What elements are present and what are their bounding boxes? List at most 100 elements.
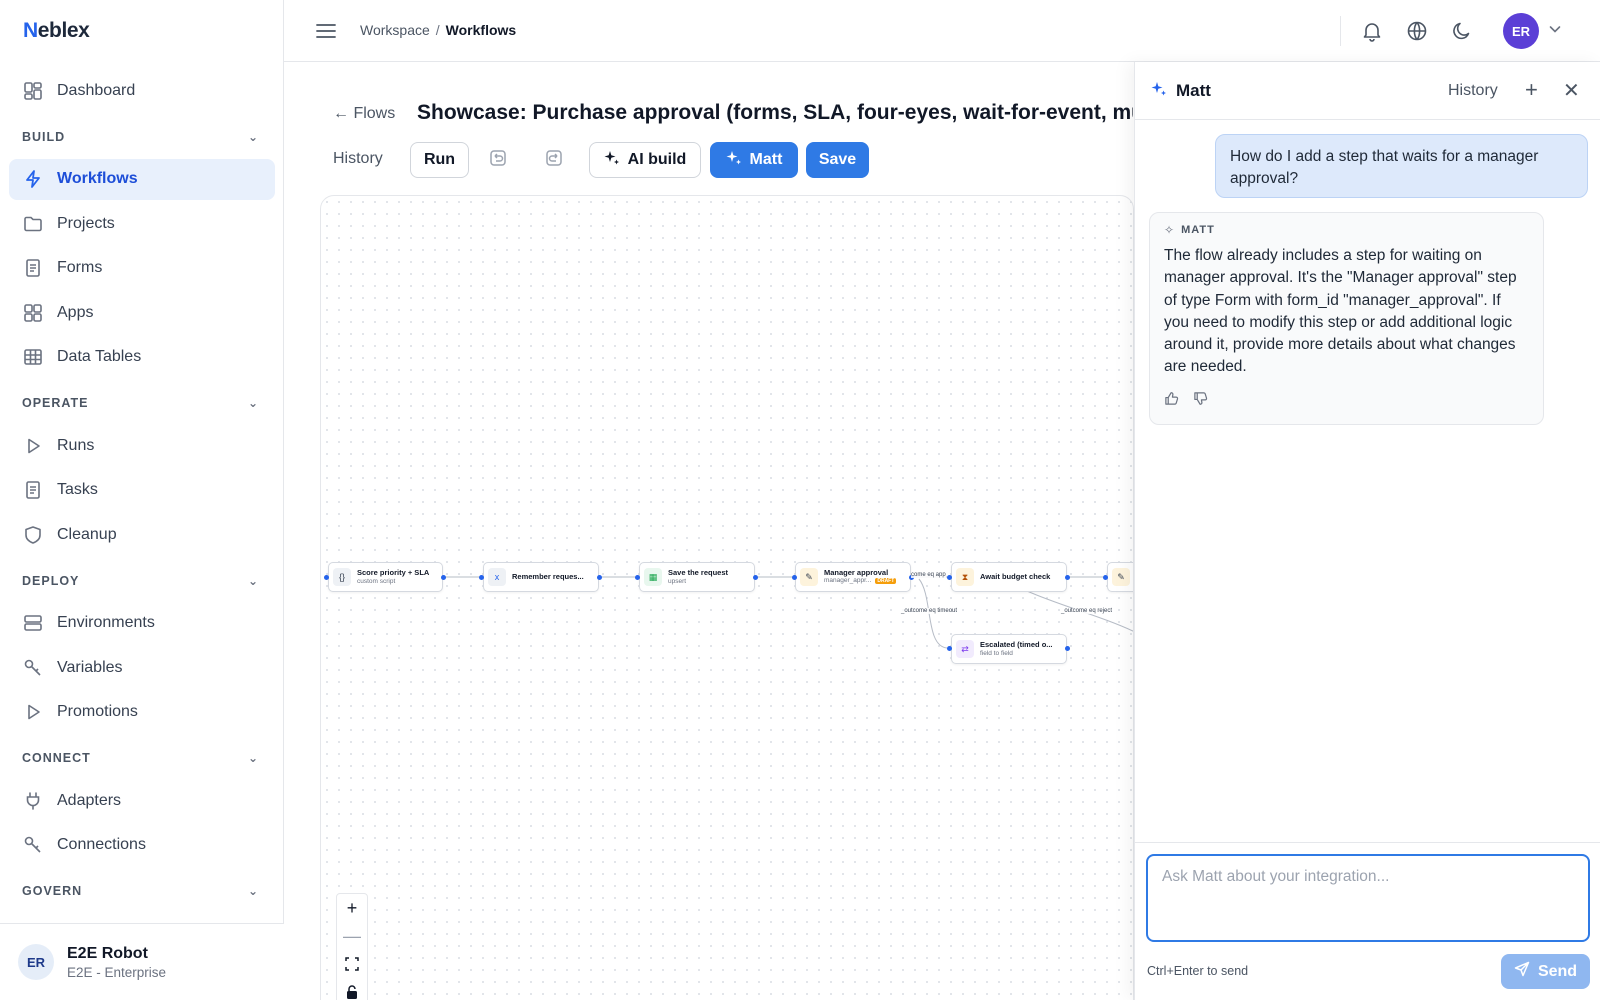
page-title: Showcase: Purchase approval (forms, SLA,…: [417, 101, 1133, 124]
draft-badge: DRAFT: [875, 578, 897, 585]
chevron-down-icon: ⌄: [247, 884, 259, 898]
redo-button[interactable]: [536, 142, 572, 178]
sidebar-item-label: Variables: [57, 658, 123, 676]
moon-icon[interactable]: [1450, 19, 1474, 43]
key-icon: [23, 658, 43, 678]
breadcrumb-current: Workflows: [445, 22, 517, 38]
zoom-in-icon[interactable]: +: [337, 894, 367, 922]
form-pencil-icon: ✎: [1112, 568, 1130, 586]
edge-label: _outcome eq reject: [1061, 608, 1113, 614]
close-icon[interactable]: ✕: [1563, 78, 1580, 103]
form-pencil-icon: ✎: [800, 568, 818, 586]
arrow-left-icon: ←: [333, 105, 354, 122]
section-build[interactable]: BUILD ⌄: [9, 115, 275, 159]
sidebar-item-label: Promotions: [57, 703, 138, 720]
fit-view-icon[interactable]: [337, 950, 367, 978]
sparkle-icon: [1151, 81, 1167, 102]
send-button[interactable]: Send: [1501, 954, 1590, 989]
sidebar-item-projects[interactable]: Projects: [9, 203, 275, 244]
flow-node-await-budget[interactable]: ⧗ Await budget check: [951, 562, 1067, 592]
sidebar-item-label: Dashboard: [57, 81, 136, 99]
bell-icon[interactable]: [1360, 19, 1384, 43]
document-icon: [23, 480, 43, 500]
sidebar-item-promotions[interactable]: Promotions: [9, 692, 275, 733]
sidebar-item-label: Apps: [57, 303, 94, 321]
sidebar-item-workflows[interactable]: Workflows: [9, 158, 275, 200]
section-connect[interactable]: CONNECT ⌄: [9, 736, 275, 780]
sidebar-item-environments[interactable]: Environments: [9, 603, 275, 644]
play-icon: [23, 702, 43, 722]
chat-header: Matt History + ✕: [1135, 62, 1600, 120]
code-braces-icon: {}: [333, 568, 351, 586]
edge-label: _outcome eq timeout: [901, 608, 958, 614]
top-bar: Workspace / Workflows ER: [284, 0, 1600, 62]
thumbs-down-icon[interactable]: [1193, 391, 1208, 411]
sidebar-item-forms[interactable]: Forms: [9, 248, 275, 289]
save-button[interactable]: Save: [806, 142, 869, 178]
sidebar-item-apps[interactable]: Apps: [9, 292, 275, 333]
sidebar-item-dashboard[interactable]: Dashboard: [9, 70, 275, 111]
lock-icon[interactable]: [337, 978, 367, 1000]
sidebar-item-label: Data Tables: [57, 348, 142, 365]
flow-node-next[interactable]: ✎: [1107, 562, 1133, 592]
play-icon: [23, 436, 43, 456]
section-deploy[interactable]: DEPLOY ⌄: [9, 559, 275, 603]
flow-node-escalated[interactable]: ⇄ Escalated (timed o... field to field: [951, 634, 1067, 664]
globe-icon[interactable]: [1405, 19, 1429, 43]
user-profile[interactable]: ER E2E Robot E2E - Enterprise: [0, 923, 284, 1000]
sidebar-item-label: Cleanup: [57, 525, 117, 543]
history-button[interactable]: History: [333, 150, 383, 168]
chat-input[interactable]: [1146, 854, 1590, 942]
sidebar-item-label: Forms: [57, 259, 103, 276]
breadcrumb-workspace[interactable]: Workspace: [360, 22, 430, 38]
flow-node-score-priority[interactable]: {} Score priority + SLA custom script: [328, 562, 443, 592]
run-button[interactable]: Run: [410, 142, 469, 178]
back-to-flows-link[interactable]: ← Flows: [333, 105, 395, 123]
sidebar-item-tasks[interactable]: Tasks: [9, 470, 275, 511]
flow-node-manager-approval[interactable]: ✎ Manager approval manager_appr... DRAFT: [795, 562, 911, 592]
flow-node-remember-request[interactable]: x Remember reques...: [483, 562, 599, 592]
undo-button[interactable]: [480, 142, 516, 178]
folder-icon: [23, 214, 43, 234]
shield-icon: [23, 525, 43, 545]
flow-node-save-request[interactable]: ▦ Save the request upsert: [639, 562, 755, 592]
sidebar-item-label: Runs: [57, 436, 95, 454]
sidebar-item-label: Workflows: [57, 170, 138, 187]
matt-chat-panel: Matt History + ✕ How do I add a step tha…: [1134, 62, 1600, 1000]
chat-history-button[interactable]: History: [1448, 82, 1498, 100]
section-operate[interactable]: OPERATE ⌄: [9, 381, 275, 425]
zoom-out-icon[interactable]: —: [337, 922, 367, 950]
sparkle-icon: [726, 150, 742, 171]
variable-icon: x: [488, 568, 506, 586]
redo-icon: [545, 149, 563, 172]
table-icon: [23, 347, 43, 367]
menu-icon[interactable]: [315, 20, 337, 42]
avatar: ER: [18, 944, 54, 980]
thumbs-up-icon[interactable]: [1164, 391, 1179, 411]
section-govern[interactable]: GOVERN ⌄: [9, 869, 275, 913]
user-org: E2E - Enterprise: [67, 964, 167, 980]
workflow-canvas[interactable]: {} Score priority + SLA custom script x R…: [320, 195, 1134, 1000]
edges: [443, 576, 1133, 649]
sidebar-item-data-tables[interactable]: Data Tables: [9, 337, 275, 378]
hourglass-icon: ⧗: [956, 568, 974, 586]
sidebar-item-connections[interactable]: Connections: [9, 825, 275, 866]
sparkle-icon: [604, 150, 620, 171]
lightning-icon: [23, 169, 43, 189]
sidebar-item-adapters[interactable]: Adapters: [9, 780, 275, 821]
app-logo[interactable]: Neblex: [23, 19, 90, 43]
chevron-down-icon[interactable]: [1548, 22, 1562, 41]
chevron-down-icon: ⌄: [247, 129, 259, 144]
user-message: How do I add a step that waits for a man…: [1215, 134, 1588, 198]
apps-grid-icon: [23, 303, 43, 323]
matt-button[interactable]: Matt: [710, 142, 798, 178]
sidebar-item-variables[interactable]: Variables: [9, 647, 275, 688]
plug-icon: [23, 791, 43, 811]
new-chat-icon[interactable]: +: [1525, 77, 1538, 103]
chat-composer: Ctrl+Enter to send Send: [1135, 842, 1600, 1000]
assistant-message: ✧ MATT The flow already includes a step f…: [1149, 212, 1544, 425]
ai-build-button[interactable]: AI build: [589, 142, 701, 178]
avatar[interactable]: ER: [1503, 13, 1539, 49]
sidebar-item-runs[interactable]: Runs: [9, 425, 275, 466]
sidebar-item-cleanup[interactable]: Cleanup: [9, 514, 275, 555]
